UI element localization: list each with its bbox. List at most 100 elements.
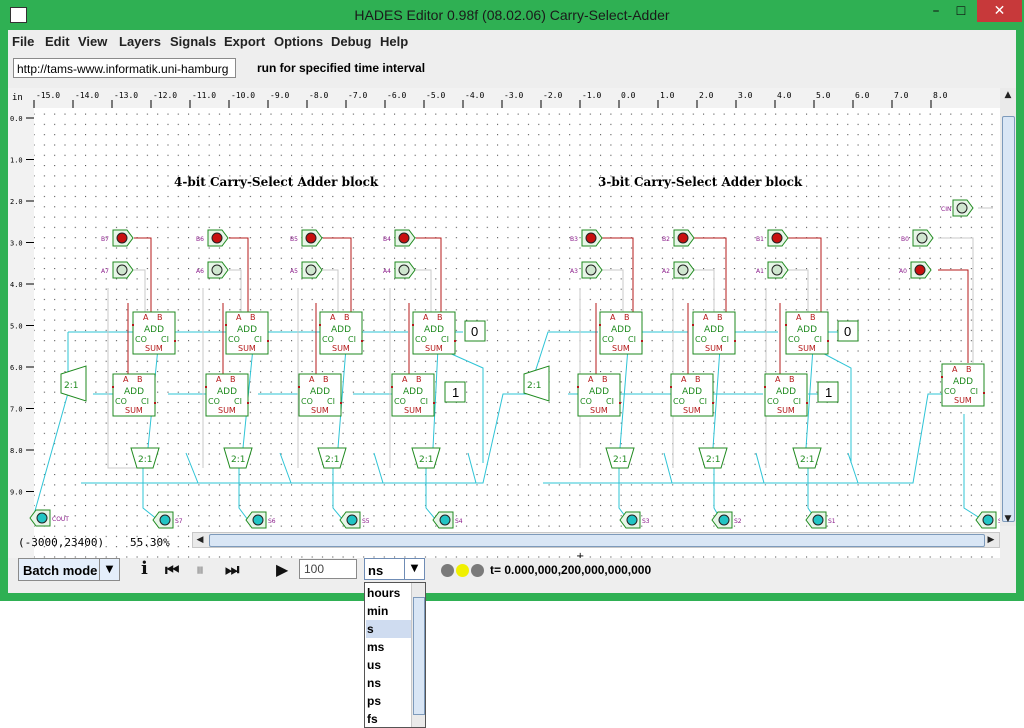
pause-button[interactable]: ⏸ (196, 560, 204, 580)
dropdown-scroll-thumb[interactable] (413, 597, 425, 715)
adder-pin-co: CO (415, 335, 427, 344)
dropdown-scrollbar[interactable] (411, 583, 425, 727)
adder-pin-b: B (966, 365, 972, 374)
ruler-tick-label: 8.0 (933, 91, 948, 100)
unit-option-min[interactable]: min (366, 602, 411, 620)
adder-pin-a: A (588, 375, 594, 384)
fast-forward-button[interactable]: ⏭ (225, 560, 239, 580)
adder-pin-sum: SUM (590, 406, 608, 415)
zoom-level: 55.30% (130, 536, 170, 549)
unit-option-fs[interactable]: fs (366, 710, 411, 728)
chevron-down-icon[interactable]: ▼ (404, 559, 424, 579)
time-unit-select[interactable]: ns ▼ (364, 558, 425, 580)
unit-option-us[interactable]: us (366, 656, 411, 674)
adder-pin-ci: CI (420, 397, 428, 406)
status-led-3 (471, 564, 484, 577)
adder-pin-b: B (624, 313, 630, 322)
minimize-button[interactable]: – (925, 0, 947, 22)
ruler-tick-label: -9.0 (270, 91, 289, 100)
const-one-block2[interactable]: 1 (817, 381, 839, 403)
adder-pin-a: A (330, 313, 336, 322)
adder-pin-a: A (610, 313, 616, 322)
status-led-2 (456, 564, 469, 577)
unit-option-ns[interactable]: ns (366, 674, 411, 692)
output-pin-s5-label: S5 (362, 518, 370, 525)
const-zero-block2[interactable]: 0 (837, 320, 859, 342)
input-pin-a0-label: A0 (899, 268, 907, 275)
adder-pin-co: CO (135, 335, 147, 344)
status-led-1 (441, 564, 454, 577)
ruler-tick-label: -4.0 (465, 91, 484, 100)
adder-label: ADD (310, 387, 330, 397)
chevron-down-icon[interactable]: ▼ (99, 559, 119, 580)
menu-view[interactable]: View (78, 34, 107, 49)
adder-pin-b: B (323, 375, 329, 384)
ruler-tick-label: 2.0 (699, 91, 714, 100)
horizontal-scrollbar[interactable]: ◀ ▶ (192, 532, 1000, 548)
adder-pin-ci: CI (254, 335, 262, 344)
input-pin-cin-label: CIN (941, 206, 951, 213)
adder-pin-sum: SUM (332, 344, 350, 353)
adder-pin-ci: CI (970, 387, 978, 396)
adder-pin-ci: CI (699, 397, 707, 406)
menu-help[interactable]: Help (380, 34, 408, 49)
mux-label: 2:1 (64, 381, 78, 391)
output-pin-s6-label: S6 (268, 518, 276, 525)
unit-option-ms[interactable]: ms (366, 638, 411, 656)
ruler-tick-label: 5.0 (10, 323, 23, 331)
maximize-button[interactable]: ☐ (950, 0, 972, 22)
ruler-tick-label: 1.0 (10, 157, 23, 165)
input-pin-b6-label: B6 (196, 236, 204, 243)
info-icon[interactable]: i (141, 558, 148, 579)
svg-text:1: 1 (825, 385, 832, 400)
unit-option-ps[interactable]: ps (366, 692, 411, 710)
adder-pin-b: B (717, 313, 723, 322)
adder-pin-ci: CI (814, 335, 822, 344)
mode-select[interactable]: Batch mode ▼ (18, 558, 120, 581)
time-unit-value: ns (368, 563, 384, 578)
unit-option-hours[interactable]: hours (366, 584, 411, 602)
vertical-scroll-thumb[interactable] (1002, 116, 1015, 522)
const-zero-block1[interactable]: 0 (464, 320, 486, 342)
adder-pin-b: B (437, 313, 443, 322)
menu-file[interactable]: File (12, 34, 34, 49)
scroll-up-arrow[interactable]: ▲ (1001, 88, 1015, 102)
url-field[interactable]: http://tams-www.informatik.uni-hamburg (13, 58, 236, 78)
adder-pin-co: CO (673, 397, 685, 406)
menu-signals[interactable]: Signals (170, 34, 216, 49)
app-window: HADES Editor 0.98f (08.02.06) Carry-Sele… (0, 0, 1024, 601)
ruler-tick-label: -5.0 (426, 91, 445, 100)
ruler-tick-label: -11.0 (192, 91, 216, 100)
mux-label: 2:1 (138, 455, 152, 465)
horizontal-scroll-thumb[interactable] (209, 534, 985, 547)
const-one-block1[interactable]: 1 (444, 381, 466, 403)
menu-export[interactable]: Export (224, 34, 265, 49)
menu-debug[interactable]: Debug (331, 34, 371, 49)
input-pin-a4-label: A4 (383, 268, 391, 275)
adder-pin-b: B (344, 313, 350, 322)
mux-label: 2:1 (231, 455, 245, 465)
vertical-scrollbar[interactable]: ▲ ▼ (1000, 88, 1016, 526)
adder-pin-b: B (137, 375, 143, 384)
svg-text:0: 0 (471, 324, 478, 339)
scroll-right-arrow[interactable]: ▶ (984, 533, 998, 547)
unit-option-s[interactable]: s (366, 620, 411, 638)
menu-layers[interactable]: Layers (119, 34, 161, 49)
adder-pin-sum: SUM (425, 344, 443, 353)
rewind-button[interactable]: ⏮ (165, 560, 179, 580)
adder-label: ADD (237, 325, 257, 335)
adder-pin-a: A (123, 375, 129, 384)
menu-options[interactable]: Options (274, 34, 323, 49)
scroll-down-arrow[interactable]: ▼ (1001, 512, 1015, 526)
block-title-4bit: 4-bit Carry-Select Adder block (174, 175, 379, 189)
status-message: run for specified time interval (257, 61, 426, 75)
menu-edit[interactable]: Edit (45, 34, 70, 49)
ruler-tick-label: -15.0 (36, 91, 60, 100)
scroll-left-arrow[interactable]: ◀ (193, 533, 207, 547)
close-button[interactable]: ✕ (977, 0, 1022, 22)
ruler-tick-label: -7.0 (348, 91, 367, 100)
input-pin-a2-label: A2 (662, 268, 670, 275)
time-interval-input[interactable]: 100 (299, 559, 357, 579)
schematic-canvas[interactable]: in -15.0 -14.0 -13.0 -12.0 -11.0 -10.0 -9.0 -8.… (8, 88, 1000, 558)
play-button[interactable]: ▶ (276, 560, 288, 579)
